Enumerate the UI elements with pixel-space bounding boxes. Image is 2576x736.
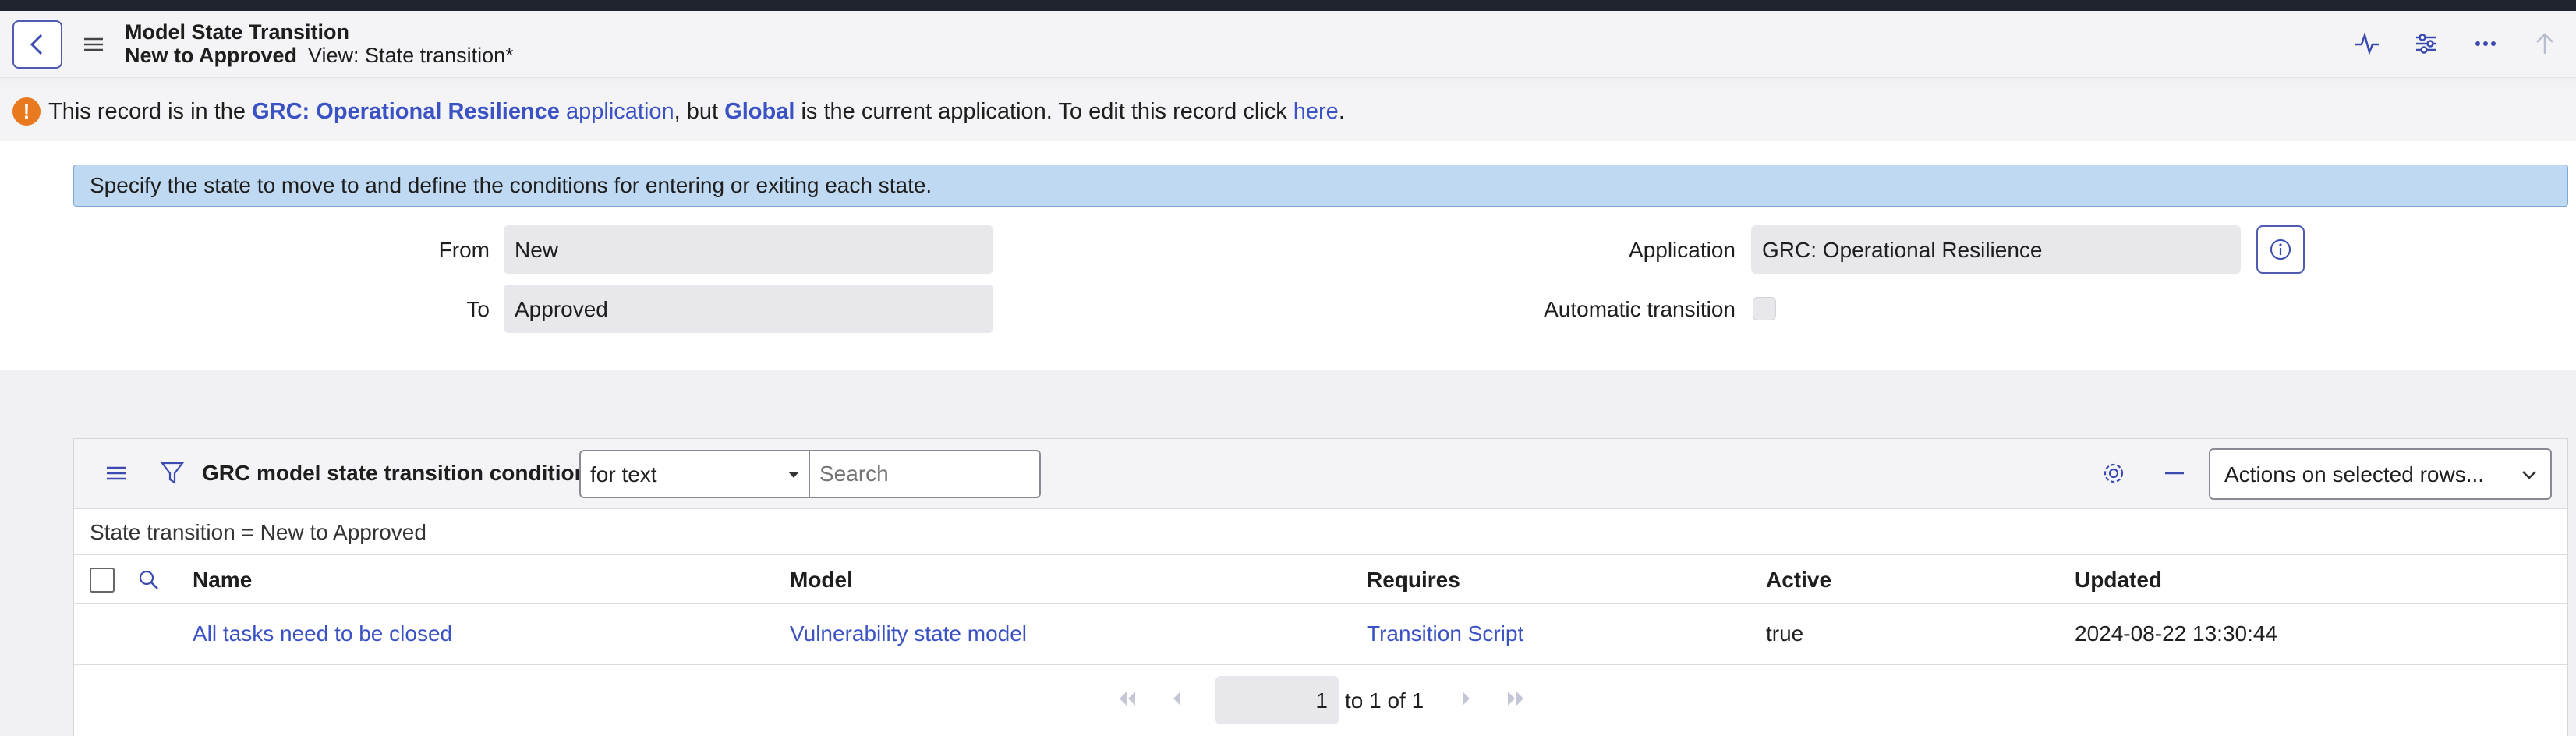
- warning-icon: !: [12, 97, 41, 126]
- back-button[interactable]: [12, 20, 62, 69]
- related-list: GRC model state transition conditions fo…: [73, 438, 2568, 736]
- current-application: Global: [724, 99, 795, 124]
- application-label: Application: [1629, 238, 1736, 262]
- row-name-link[interactable]: All tasks need to be closed: [193, 621, 452, 646]
- list-menu-button[interactable]: [104, 461, 129, 486]
- more-options-button[interactable]: [2470, 28, 2501, 59]
- row-active: true: [1766, 621, 1804, 646]
- header-actions: [2351, 28, 2560, 59]
- chevron-left-icon: [30, 34, 43, 55]
- column-name[interactable]: Name: [193, 568, 252, 593]
- gear-icon: [2104, 463, 2124, 483]
- top-bar: [0, 0, 2576, 11]
- record-subtitle: New to Approved View: State transition*: [125, 44, 514, 68]
- previous-page-icon[interactable]: [1166, 688, 1189, 709]
- search-input[interactable]: [810, 450, 1041, 498]
- filter-breadcrumb[interactable]: State transition = New to Approved: [90, 520, 426, 545]
- list-settings-button[interactable]: [2100, 459, 2128, 487]
- activity-button[interactable]: [2351, 28, 2383, 59]
- personalize-button[interactable]: [2411, 28, 2442, 59]
- collapse-list-button[interactable]: [2160, 459, 2189, 487]
- chevron-down-icon: [2522, 471, 2536, 479]
- activity-icon: [2355, 31, 2379, 55]
- search-icon[interactable]: [138, 569, 160, 591]
- column-headers: Name Model Requires Active Updated: [74, 554, 2567, 604]
- table-row: All tasks need to be closed Vulnerabilit…: [74, 604, 2567, 665]
- pagination: 1 to 1 of 1: [74, 665, 2567, 732]
- actions-select[interactable]: Actions on selected rows...: [2209, 448, 2552, 500]
- list-toolbar: GRC model state transition conditions fo…: [74, 439, 2567, 509]
- search-field-select[interactable]: for text: [579, 450, 810, 498]
- list-title: GRC model state transition conditions: [202, 461, 600, 485]
- record-name: New to Approved: [125, 44, 298, 67]
- form-menu-button[interactable]: [81, 33, 106, 56]
- application-link[interactable]: GRC: Operational Resilience application: [252, 99, 674, 124]
- minus-icon: [2165, 472, 2184, 475]
- first-page-icon[interactable]: [1116, 688, 1139, 709]
- page-count-text: to 1 of 1: [1345, 688, 1424, 713]
- ellipsis-icon: [2475, 41, 2496, 46]
- row-model-link[interactable]: Vulnerability state model: [790, 621, 1027, 646]
- to-field[interactable]: Approved: [504, 285, 993, 333]
- automatic-transition-label: Automatic transition: [1544, 297, 1736, 321]
- column-active[interactable]: Active: [1766, 568, 1831, 593]
- page-title: Model State Transition: [125, 20, 350, 44]
- from-field[interactable]: New: [504, 225, 993, 274]
- select-all-checkbox[interactable]: [90, 568, 115, 593]
- view-name: View: State transition*: [308, 44, 514, 67]
- filter-icon: [160, 462, 185, 485]
- application-notice: ! This record is in the GRC: Operational…: [0, 87, 2576, 141]
- page-number-input[interactable]: 1: [1215, 676, 1339, 724]
- last-page-icon[interactable]: [1504, 688, 1527, 709]
- arrow-up-icon: [2536, 33, 2553, 54]
- form-header: Model State Transition New to Approved Vi…: [0, 11, 2576, 78]
- application-field[interactable]: GRC: Operational Resilience: [1751, 225, 2241, 274]
- application-info-button[interactable]: [2256, 225, 2305, 274]
- hamburger-icon: [84, 37, 103, 51]
- notice-text: This record is in the GRC: Operational R…: [48, 99, 1345, 124]
- sliders-icon: [2416, 34, 2436, 54]
- filter-button[interactable]: [160, 459, 185, 487]
- row-updated: 2024-08-22 13:30:44: [2075, 621, 2277, 646]
- column-model[interactable]: Model: [790, 568, 853, 593]
- hamburger-icon: [107, 466, 126, 480]
- info-message: Specify the state to move to and define …: [73, 165, 2568, 207]
- to-label: To: [466, 297, 490, 321]
- next-page-icon[interactable]: [1454, 688, 1477, 709]
- info-icon: [2270, 239, 2291, 260]
- column-updated[interactable]: Updated: [2075, 568, 2162, 593]
- scroll-up-button[interactable]: [2529, 28, 2560, 59]
- edit-here-link[interactable]: here: [1293, 99, 1339, 124]
- caret-down-icon: [788, 472, 799, 478]
- form-section: Specify the state to move to and define …: [0, 141, 2576, 370]
- row-requires-link[interactable]: Transition Script: [1367, 621, 1523, 646]
- column-requires[interactable]: Requires: [1367, 568, 1460, 593]
- automatic-transition-checkbox[interactable]: [1753, 297, 1776, 320]
- from-label: From: [438, 238, 490, 262]
